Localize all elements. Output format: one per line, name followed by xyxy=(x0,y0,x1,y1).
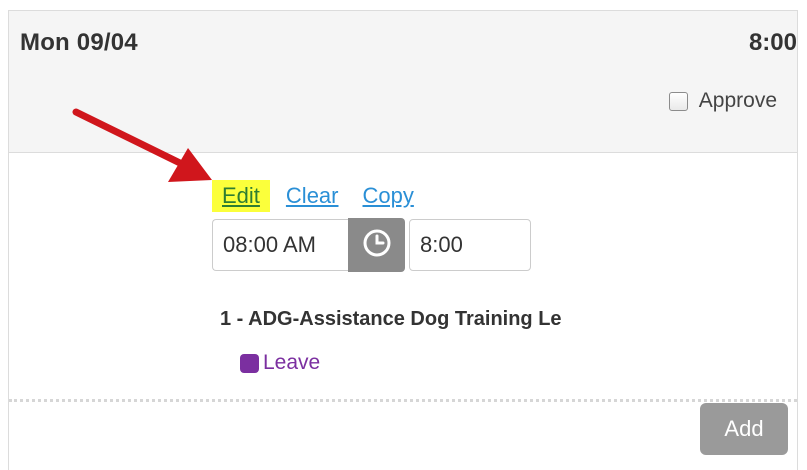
entry-actions: Edit Clear Copy xyxy=(212,180,438,212)
job-label: 1 - ADG-Assistance Dog Training Le xyxy=(220,308,562,330)
clear-link[interactable]: Clear xyxy=(286,183,339,209)
day-label: Mon 09/04 xyxy=(20,29,138,56)
category-color-swatch xyxy=(240,353,259,373)
approve-label: Approve xyxy=(698,89,777,112)
edit-link[interactable]: Edit xyxy=(212,180,270,212)
copy-link[interactable]: Copy xyxy=(363,183,414,209)
red-arrow-annotation xyxy=(70,100,220,195)
approve-control[interactable]: Approve xyxy=(668,89,777,113)
category-label: Leave xyxy=(263,351,321,374)
start-time-input[interactable]: 08:00 AM xyxy=(212,219,348,271)
total-hours: 8:00 xyxy=(748,29,797,56)
time-picker-button[interactable] xyxy=(348,218,405,272)
time-row: 08:00 AM 8:00 xyxy=(212,218,531,272)
hours-input[interactable]: 8:00 xyxy=(409,219,531,271)
day-card: Mon 09/04 8:00 Approve Edit Clear Copy 0… xyxy=(8,10,798,470)
add-button[interactable]: Add xyxy=(700,403,788,455)
dotted-divider xyxy=(9,399,797,402)
category-badge: Leave xyxy=(240,351,320,375)
approve-checkbox[interactable] xyxy=(668,91,688,111)
clock-icon xyxy=(362,228,392,263)
